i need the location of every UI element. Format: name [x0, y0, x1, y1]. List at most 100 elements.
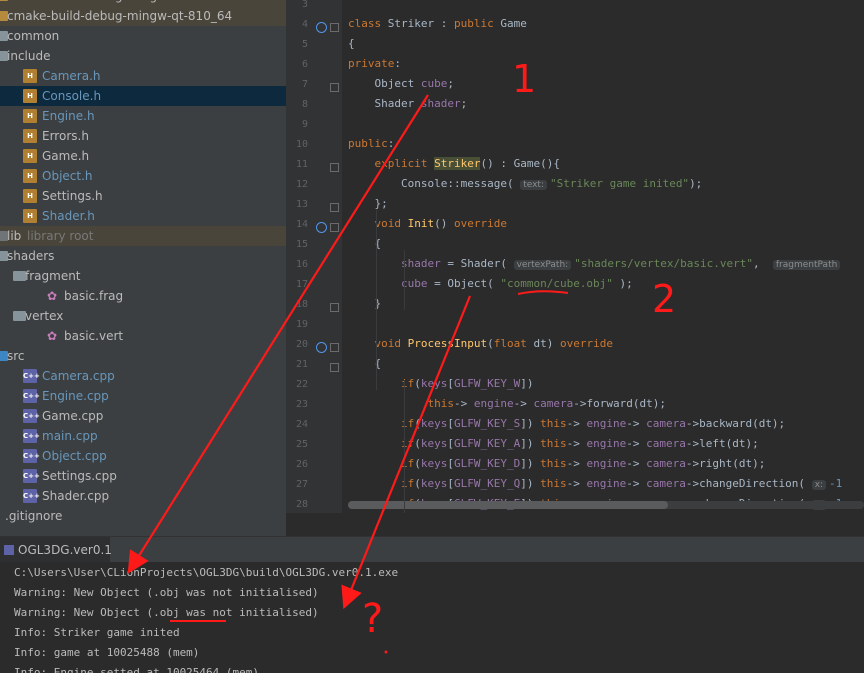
code-line[interactable]: if(keys[GLFW_KEY_Q]) this-> engine-> cam… [348, 477, 842, 490]
tree-item-label: Shader.cpp [42, 489, 110, 503]
console-line: Info: Striker game inited [14, 626, 180, 639]
tree-item[interactable]: fragment [0, 266, 286, 286]
scrollbar-thumb[interactable] [348, 501, 668, 509]
indent-guide [404, 380, 405, 513]
code-line[interactable]: shader = Shader( vertexPath: "shaders/ver… [348, 257, 843, 270]
line-number: 20 [295, 339, 308, 350]
tree-item-hint: library root [27, 229, 94, 243]
line-number: 21 [295, 359, 308, 370]
tree-item[interactable]: H Game.h [0, 146, 286, 166]
run-config-icon [4, 545, 14, 555]
fold-marker[interactable] [330, 223, 339, 232]
tree-item-label: Object.cpp [42, 449, 107, 463]
tree-item[interactable]: cmake-build-debug-mingw-qt-810_64 [0, 6, 286, 26]
tree-item-label: Game.cpp [42, 409, 104, 423]
code-line[interactable]: Console::message( text: "Striker game ini… [348, 177, 702, 190]
cpp-file-icon: C++ [23, 369, 40, 383]
line-number: 19 [295, 319, 308, 330]
fold-marker[interactable] [330, 203, 339, 212]
tree-item-label: Shader.h [42, 209, 95, 223]
code-line[interactable]: explicit Striker() : Game(){ [348, 157, 560, 170]
horizontal-scrollbar[interactable] [348, 501, 864, 509]
cpp-file-icon: C++ [23, 469, 40, 483]
tree-item[interactable]: ✿ basic.vert [0, 326, 286, 346]
tree-item[interactable]: shaders [0, 246, 286, 266]
code-line[interactable]: void ProcessInput(float dt) override [348, 337, 613, 350]
cpp-file-icon: C++ [23, 449, 40, 463]
tree-item[interactable]: ✿ basic.frag [0, 286, 286, 306]
tree-item[interactable]: H Shader.h [0, 206, 286, 226]
tree-item[interactable]: H Settings.h [0, 186, 286, 206]
tree-item-label: Settings.cpp [42, 469, 117, 483]
tree-item[interactable]: C++ Game.cpp [0, 406, 286, 426]
run-tab[interactable]: OGL3DG.ver0.1 [0, 537, 112, 563]
tree-item-label: Camera.h [42, 69, 101, 83]
code-line[interactable]: class Striker : public Game [348, 17, 527, 30]
editor-gutter: 3 4 5 6 7 8 9 10 11 12 13 14 15 16 17 18 19 20 21 22 23 24 25 2… [286, 0, 342, 513]
code-line[interactable]: cube = Object( "common/cube.obj" ); [348, 277, 633, 290]
shader-file-icon: ✿ [46, 329, 58, 343]
line-number: 4 [301, 19, 308, 30]
tree-item-label: src [7, 349, 25, 363]
line-number: 24 [295, 419, 308, 430]
tree-item[interactable]: src [0, 346, 286, 366]
tree-item[interactable]: H Errors.h [0, 126, 286, 146]
tree-item[interactable]: C++ Object.cpp [0, 446, 286, 466]
fold-marker[interactable] [330, 23, 339, 32]
fold-marker[interactable] [330, 163, 339, 172]
code-line[interactable]: private: [348, 57, 401, 70]
line-number: 22 [295, 379, 308, 390]
override-gutter-icon[interactable] [316, 342, 327, 353]
tree-item[interactable]: C++ Engine.cpp [0, 386, 286, 406]
line-number: 5 [301, 39, 308, 50]
code-editor[interactable]: 3 4 5 6 7 8 9 10 11 12 13 14 15 16 17 18 19 20 21 22 23 24 25 2… [286, 0, 864, 513]
code-line[interactable]: if(keys[GLFW_KEY_S]) this-> engine-> cam… [348, 417, 785, 430]
cpp-file-icon: C++ [23, 389, 40, 403]
code-line[interactable]: Object cube; [348, 77, 454, 90]
override-gutter-icon[interactable] [316, 222, 327, 233]
tree-item[interactable]: C++ Shader.cpp [0, 486, 286, 506]
header-file-icon: H [23, 69, 37, 83]
code-line[interactable]: }; [348, 197, 387, 210]
line-number: 12 [295, 179, 308, 190]
tree-item-label: Object.h [42, 169, 93, 183]
tree-item-label: Errors.h [42, 129, 89, 143]
line-number: 18 [295, 299, 308, 310]
run-console[interactable]: C:\Users\User\CLionProjects\OGL3DG\build… [0, 562, 864, 673]
fold-marker[interactable] [330, 303, 339, 312]
tree-item[interactable]: H Console.h [0, 86, 286, 106]
tree-item[interactable]: common [0, 26, 286, 46]
header-file-icon: H [23, 129, 37, 143]
code-line[interactable]: public: [348, 137, 394, 150]
console-line: Warning: New Object (.obj was not initia… [14, 606, 319, 619]
tree-item[interactable]: C++ Settings.cpp [0, 466, 286, 486]
tree-item[interactable]: H Object.h [0, 166, 286, 186]
code-line[interactable]: { [348, 37, 355, 50]
line-number: 6 [301, 59, 308, 70]
code-line[interactable]: if(keys[GLFW_KEY_D]) this-> engine-> cam… [348, 457, 765, 470]
tree-item[interactable]: include [0, 46, 286, 66]
fold-marker[interactable] [330, 83, 339, 92]
tree-item-label: shaders [7, 249, 55, 263]
tree-item[interactable]: H Engine.h [0, 106, 286, 126]
fold-marker[interactable] [330, 343, 339, 352]
tree-item[interactable]: C++ Camera.cpp [0, 366, 286, 386]
tree-item[interactable]: C++ main.cpp [0, 426, 286, 446]
tree-item[interactable]: H Camera.h [0, 66, 286, 86]
override-gutter-icon[interactable] [316, 22, 327, 33]
fold-marker[interactable] [330, 363, 339, 372]
line-number: 10 [295, 139, 308, 150]
header-file-icon: H [23, 189, 37, 203]
run-tab-label: OGL3DG.ver0.1 [18, 543, 112, 557]
tree-item[interactable]: vertex [0, 306, 286, 326]
tree-item[interactable]: lib library root [0, 226, 286, 246]
line-number: 13 [295, 199, 308, 210]
tree-item[interactable]: .gitignore [0, 506, 286, 526]
console-line: Warning: New Object (.obj was not initia… [14, 586, 319, 599]
code-line[interactable]: if(keys[GLFW_KEY_A]) this-> engine-> cam… [348, 437, 759, 450]
tree-item-label: include [7, 49, 51, 63]
code-line[interactable]: void Init() override [348, 217, 507, 230]
code-line[interactable]: this-> engine-> camera->forward(dt); [348, 397, 665, 410]
tree-item-label: Game.h [42, 149, 90, 163]
code-line[interactable]: Shader shader; [348, 97, 467, 110]
